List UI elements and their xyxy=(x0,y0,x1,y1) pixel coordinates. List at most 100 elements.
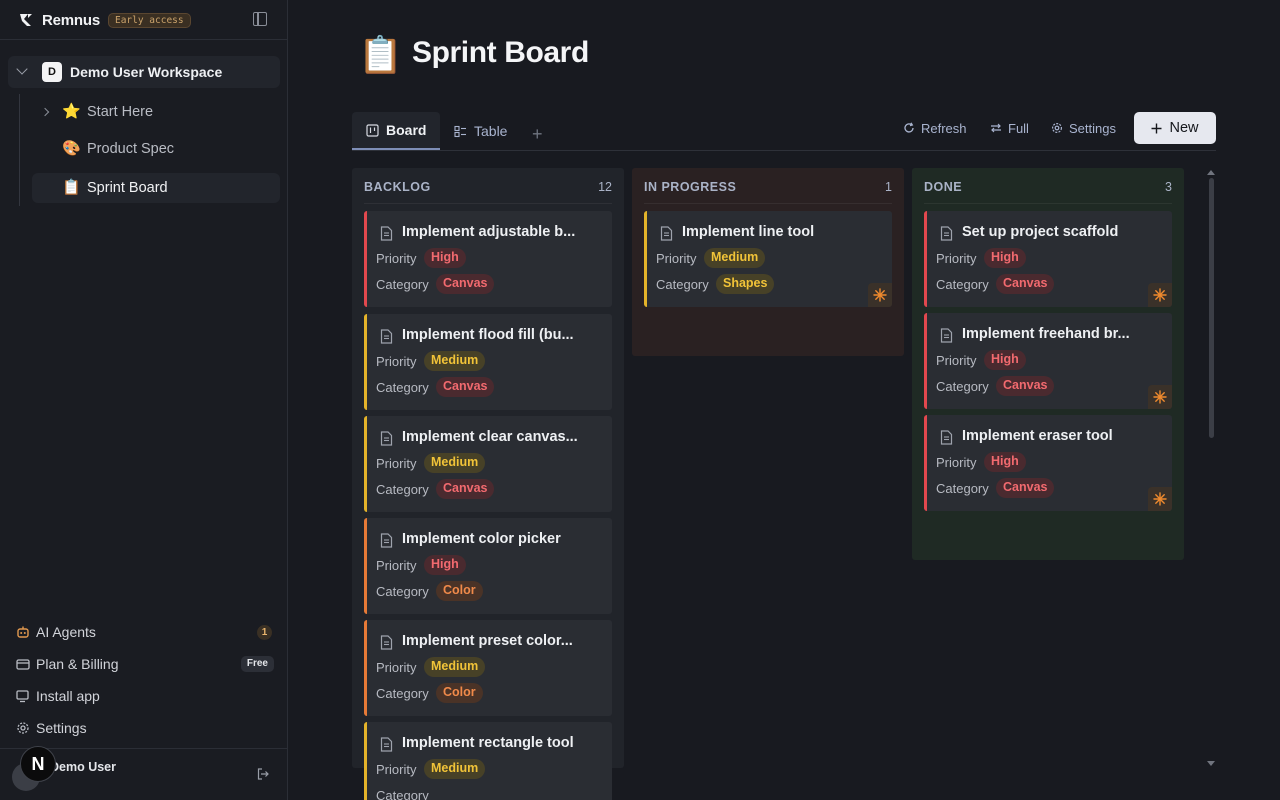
workspace-row[interactable]: D Demo User Workspace xyxy=(8,56,280,88)
brand[interactable]: Remnus Early access xyxy=(18,10,191,30)
new-item-button[interactable]: New xyxy=(1134,112,1216,144)
priority-tag[interactable]: High xyxy=(984,452,1026,472)
chevron-right-icon[interactable] xyxy=(40,107,50,117)
ai-agent-icon[interactable] xyxy=(868,283,892,307)
board-card[interactable]: Implement eraser tool Priority High Categor… xyxy=(924,415,1172,511)
tab-board[interactable]: Board xyxy=(352,112,441,150)
priority-tag[interactable]: High xyxy=(984,248,1026,268)
board-settings-button[interactable]: Settings xyxy=(1051,118,1116,138)
priority-tag[interactable]: Medium xyxy=(704,248,766,268)
plus-icon xyxy=(1151,123,1162,133)
category-tag[interactable]: Canvas xyxy=(996,478,1055,498)
category-label: Category xyxy=(936,481,989,496)
category-tag[interactable]: Canvas xyxy=(436,479,495,499)
ai-agent-icon[interactable] xyxy=(1148,487,1172,511)
priority-tag[interactable]: Medium xyxy=(424,351,486,371)
priority-stripe xyxy=(924,211,927,307)
board-card[interactable]: Implement preset color... Priority Medium C… xyxy=(364,620,612,716)
category-label: Category xyxy=(376,380,429,395)
category-tag[interactable]: Canvas xyxy=(436,377,495,397)
collapse-sidebar-icon[interactable] xyxy=(253,12,267,26)
card-title: Implement rectangle tool xyxy=(402,735,574,751)
nav-install-app[interactable]: Install app xyxy=(16,684,274,708)
refresh-icon xyxy=(904,122,914,133)
tab-label: Board xyxy=(386,122,427,138)
refresh-button[interactable]: Refresh xyxy=(903,118,967,138)
ai-agent-icon[interactable] xyxy=(1148,385,1172,409)
priority-stripe xyxy=(364,620,367,716)
nav-settings[interactable]: Settings xyxy=(16,716,274,740)
card-title: Implement flood fill (bu... xyxy=(402,327,574,343)
board-card[interactable]: Implement freehand br... Priority High Cate… xyxy=(924,313,1172,409)
document-icon xyxy=(380,533,393,553)
category-tag[interactable]: Canvas xyxy=(436,274,495,294)
sidebar-item-label: Start Here xyxy=(87,104,154,120)
category-tag[interactable]: Canvas xyxy=(996,376,1055,396)
category-tag[interactable]: Shapes xyxy=(716,274,775,294)
scroll-up-arrow[interactable] xyxy=(1207,170,1215,175)
add-view-button[interactable]: + xyxy=(532,124,543,144)
column-count: 1 xyxy=(885,180,892,194)
page-icon[interactable]: 📋 xyxy=(358,34,403,76)
page-title[interactable]: Sprint Board xyxy=(412,36,589,70)
full-label: Full xyxy=(1008,120,1029,136)
board-card[interactable]: Implement clear canvas... Priority Medium C… xyxy=(364,416,612,512)
priority-tag[interactable]: High xyxy=(984,350,1026,370)
early-access-badge: Early access xyxy=(107,12,191,28)
category-tag[interactable]: Color xyxy=(436,581,483,601)
workspace-avatar: D xyxy=(42,62,62,82)
board-card[interactable]: Implement flood fill (bu... Priority Mediu… xyxy=(364,314,612,410)
priority-stripe xyxy=(364,722,367,800)
column-header[interactable]: DONE 3 xyxy=(924,178,1172,204)
sidebar-item-product-spec[interactable]: 🎨 Product Spec xyxy=(32,134,280,164)
gear-icon xyxy=(1051,122,1063,134)
new-label: New xyxy=(1169,120,1199,136)
board-card[interactable]: Implement rectangle tool Priority Medium Ca… xyxy=(364,722,612,800)
nav-ai-agents[interactable]: AI Agents 1 xyxy=(16,620,274,644)
full-width-button[interactable]: Full xyxy=(990,118,1029,138)
sidebar-item-start-here[interactable]: ⭐ Start Here xyxy=(32,97,280,127)
category-tag[interactable]: Color xyxy=(436,683,483,703)
priority-tag[interactable]: High xyxy=(424,248,466,268)
nav-plan-billing[interactable]: Plan & Billing Free xyxy=(16,652,274,676)
category-label: Category xyxy=(656,277,709,292)
priority-stripe xyxy=(364,314,367,410)
priority-tag[interactable]: Medium xyxy=(424,657,486,677)
credit-card-icon xyxy=(16,657,30,671)
board-card[interactable]: Set up project scaffold Priority High Categ… xyxy=(924,211,1172,307)
board-card[interactable]: Implement adjustable b... Priority High Cat… xyxy=(364,211,612,307)
category-tag[interactable]: Canvas xyxy=(996,274,1055,294)
document-icon xyxy=(940,328,953,348)
category-label: Category xyxy=(376,686,429,701)
scrollbar[interactable] xyxy=(1209,178,1214,438)
board-card[interactable]: Implement line tool Priority Medium Categor… xyxy=(644,211,892,307)
category-label: Category xyxy=(376,482,429,497)
tab-table[interactable]: Table xyxy=(440,112,521,150)
priority-tag[interactable]: High xyxy=(424,555,466,575)
scroll-down-arrow[interactable] xyxy=(1207,761,1215,766)
ai-agent-icon[interactable] xyxy=(1148,283,1172,307)
board-card[interactable]: Implement color picker Priority High Catego… xyxy=(364,518,612,614)
column-header[interactable]: IN PROGRESS 1 xyxy=(644,178,892,204)
priority-tag[interactable]: Medium xyxy=(424,453,486,473)
tree-guide xyxy=(19,94,20,206)
sidebar-item-sprint-board[interactable]: 📋 Sprint Board xyxy=(32,173,280,203)
card-title: Implement eraser tool xyxy=(962,428,1113,444)
nav-label: Install app xyxy=(36,688,100,704)
logout-icon[interactable] xyxy=(257,768,269,780)
tabs-divider xyxy=(352,150,1216,151)
priority-stripe xyxy=(364,518,367,614)
nextjs-dev-badge[interactable]: N xyxy=(20,746,56,782)
document-icon xyxy=(940,430,953,450)
sidebar: Remnus Early access D Demo User Workspac… xyxy=(0,0,288,800)
chevron-down-icon[interactable] xyxy=(16,63,28,75)
priority-stripe xyxy=(924,415,927,511)
priority-tag[interactable]: Medium xyxy=(424,759,486,779)
column-title: DONE xyxy=(924,180,963,194)
priority-label: Priority xyxy=(936,251,977,266)
sidebar-item-label: Sprint Board xyxy=(87,180,168,196)
column-header[interactable]: BACKLOG 12 xyxy=(364,178,612,204)
card-title: Implement freehand br... xyxy=(962,326,1130,342)
card-title: Set up project scaffold xyxy=(962,224,1119,240)
document-icon xyxy=(380,635,393,655)
